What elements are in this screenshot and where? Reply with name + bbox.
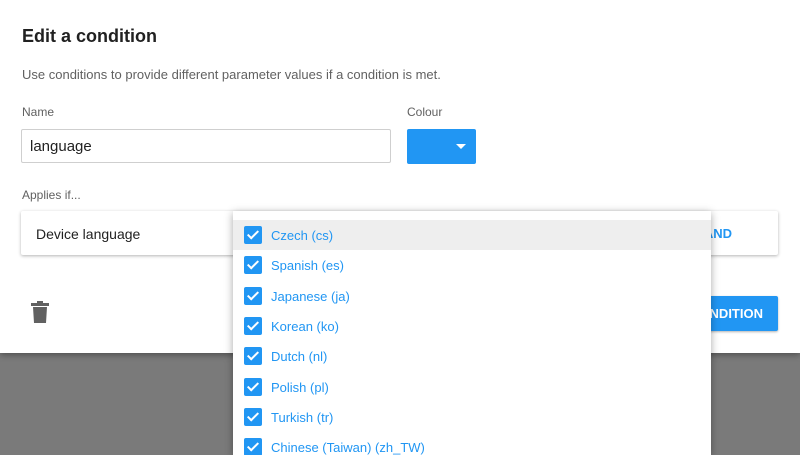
language-option[interactable]: Polish (pl) bbox=[233, 372, 711, 402]
applies-if-label: Applies if... bbox=[22, 188, 81, 202]
language-option-label: Korean (ko) bbox=[271, 318, 339, 334]
trash-icon[interactable] bbox=[31, 301, 49, 323]
language-dropdown: Czech (cs) Spanish (es) Japanese (ja) Korea… bbox=[233, 211, 711, 455]
check-icon[interactable] bbox=[244, 256, 262, 275]
check-icon[interactable] bbox=[244, 316, 262, 335]
name-label: Name bbox=[22, 105, 55, 119]
language-option[interactable]: Chinese (Taiwan) (zh_TW) bbox=[233, 432, 711, 455]
language-option[interactable]: Japanese (ja) bbox=[233, 281, 711, 311]
check-icon[interactable] bbox=[244, 438, 262, 455]
check-icon[interactable] bbox=[244, 347, 262, 366]
dialog-title: Edit a condition bbox=[22, 26, 157, 46]
check-icon[interactable] bbox=[244, 286, 262, 305]
dialog-subtitle: Use conditions to provide different para… bbox=[22, 67, 441, 82]
language-option-label: Japanese (ja) bbox=[271, 288, 350, 304]
language-option[interactable]: Spanish (es) bbox=[233, 250, 711, 280]
check-icon[interactable] bbox=[244, 226, 262, 244]
name-input[interactable] bbox=[21, 129, 391, 163]
colour-label: Colour bbox=[407, 105, 443, 119]
rule-attribute-select[interactable]: Device language bbox=[36, 226, 140, 242]
check-icon[interactable] bbox=[244, 407, 262, 426]
language-option-label: Chinese (Taiwan) (zh_TW) bbox=[271, 440, 425, 455]
colour-picker-button[interactable] bbox=[407, 129, 476, 164]
caret-down-icon bbox=[456, 144, 466, 149]
check-icon[interactable] bbox=[244, 377, 262, 396]
language-option[interactable]: Czech (cs) bbox=[233, 220, 711, 250]
language-option[interactable]: Turkish (tr) bbox=[233, 402, 711, 432]
language-option-label: Dutch (nl) bbox=[271, 349, 328, 365]
language-option-label: Turkish (tr) bbox=[271, 409, 334, 425]
language-option-label: Spanish (es) bbox=[271, 258, 344, 274]
language-option[interactable]: Korean (ko) bbox=[233, 311, 711, 341]
language-option[interactable]: Dutch (nl) bbox=[233, 341, 711, 371]
language-option-label: Polish (pl) bbox=[271, 379, 329, 395]
language-option-label: Czech (cs) bbox=[271, 228, 334, 243]
